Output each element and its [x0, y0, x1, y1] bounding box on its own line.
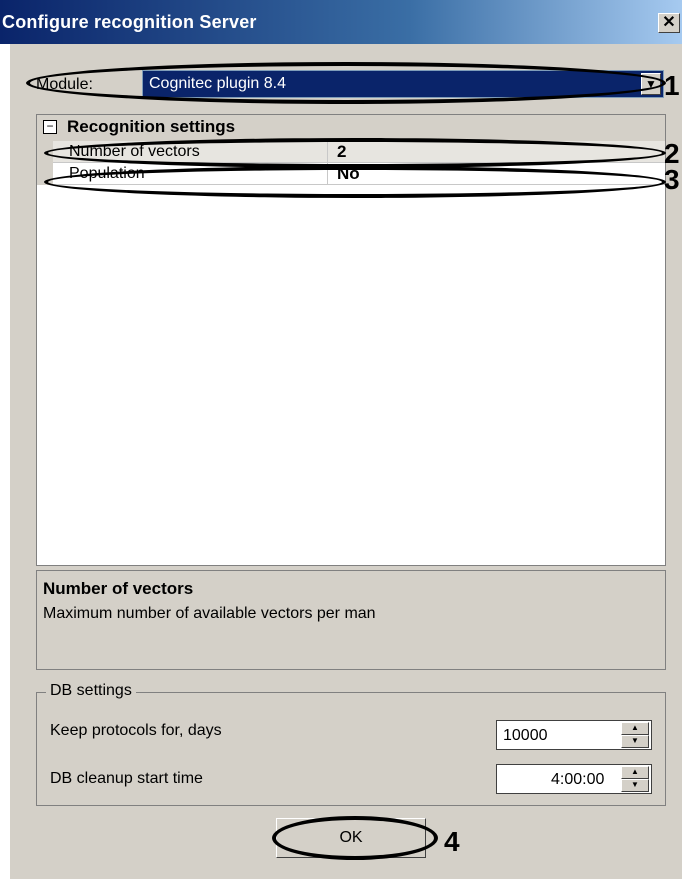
keep-protocols-value[interactable]: 10000 — [503, 727, 548, 745]
cleanup-time-spinbox[interactable]: 4:00:00 ▲ ▼ — [496, 764, 652, 794]
callout-number-1: 1 — [664, 70, 680, 101]
cleanup-time-label: DB cleanup start time — [50, 770, 203, 787]
callout-ellipse-3 — [44, 166, 666, 198]
close-icon[interactable]: ✕ — [658, 13, 680, 33]
keep-protocols-label: Keep protocols for, days — [50, 722, 222, 739]
db-settings-legend: DB settings — [46, 682, 136, 700]
keep-protocols-spinbox[interactable]: 10000 ▲ ▼ — [496, 720, 652, 750]
window-title: Configure recognition Server — [2, 12, 257, 32]
description-text: Maximum number of available vectors per … — [43, 605, 376, 622]
spin-up-icon[interactable]: ▲ — [621, 766, 649, 779]
callout-ellipse-2 — [44, 138, 666, 168]
callout-ellipse-1 — [26, 62, 666, 104]
spin-up-icon[interactable]: ▲ — [621, 722, 649, 735]
callout-ellipse-4 — [272, 816, 438, 860]
callout-number-3: 3 — [664, 164, 680, 195]
description-title: Number of vectors — [43, 579, 194, 598]
property-description-panel: Number of vectors Maximum number of avai… — [36, 570, 666, 670]
spin-buttons: ▲ ▼ — [621, 722, 649, 748]
callout-number-4: 4 — [444, 826, 460, 857]
configure-recognition-server-dialog: Configure recognition Server ✕ Module: C… — [0, 0, 682, 879]
spin-down-icon[interactable]: ▼ — [621, 779, 649, 792]
cleanup-time-value[interactable]: 4:00:00 — [551, 771, 604, 789]
group-title: Recognition settings — [67, 117, 236, 136]
title-bar[interactable]: Configure recognition Server ✕ — [0, 0, 682, 44]
spin-down-icon[interactable]: ▼ — [621, 735, 649, 748]
collapse-icon[interactable]: − — [43, 120, 57, 134]
spin-buttons: ▲ ▼ — [621, 766, 649, 792]
